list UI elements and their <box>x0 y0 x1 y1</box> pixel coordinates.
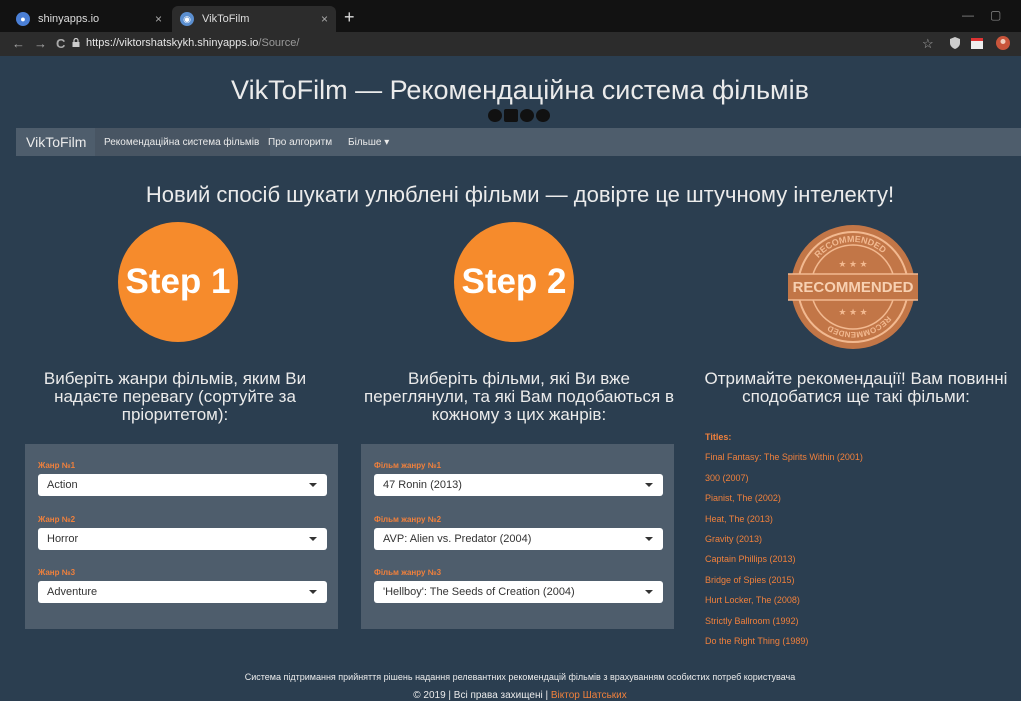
film-1-label: Фільм жанру №1 <box>374 461 442 470</box>
footer-description: Система підтримання прийняття рішень над… <box>244 672 796 682</box>
genre-1-label: Жанр №1 <box>38 461 76 470</box>
list-item: Captain Phillips (2013) <box>705 554 796 565</box>
viktofilm-favicon-icon: ◉ <box>180 12 194 26</box>
genre-3-label: Жанр №3 <box>38 568 76 577</box>
github-icon[interactable] <box>536 109 550 122</box>
dropdown-caret-icon <box>645 537 653 541</box>
twitter-icon[interactable] <box>520 109 534 122</box>
list-item: Strictly Ballroom (1992) <box>705 615 799 626</box>
linkedin-icon[interactable] <box>504 109 518 122</box>
step-1-badge: Step 1 <box>118 222 238 342</box>
recommended-seal-icon: RECOMMENDED RECOMMENDED RECOMMENDED ★ ★ … <box>788 225 918 349</box>
genre-2-select[interactable]: Horror <box>38 528 327 550</box>
list-item: Heat, The (2013) <box>705 513 773 524</box>
dropdown-caret-icon <box>309 537 317 541</box>
film-selection-panel: Фільм жанру №1 47 Ronin (2013) Фільм жан… <box>361 444 674 629</box>
url-input[interactable]: https://viktorshatskykh.shinyapps.io/Sou… <box>86 37 299 49</box>
nav-link-algorithm[interactable]: Про алгоритм <box>268 137 332 148</box>
dropdown-caret-icon <box>645 483 653 487</box>
genre-2-label: Жанр №2 <box>38 515 76 524</box>
maximize-icon[interactable]: ▢ <box>990 8 1001 22</box>
film-3-label: Фільм жанру №3 <box>374 568 442 577</box>
list-item: Do the Right Thing (1989) <box>705 635 809 646</box>
recommendations-header: Titles: <box>705 432 732 442</box>
column-2-heading: Виберіть фільми, які Ви вже переглянули, … <box>364 369 674 424</box>
profile-avatar-icon[interactable] <box>996 36 1010 50</box>
new-tab-button[interactable]: + <box>344 7 355 28</box>
social-links <box>488 109 550 122</box>
list-item: Gravity (2013) <box>705 533 763 544</box>
navbar-brand[interactable]: VikToFilm <box>26 134 86 150</box>
address-bar: ← → C https://viktorshatskykh.shinyapps.… <box>0 32 1021 56</box>
column-1-heading: Виберіть жанри фільмів, яким Ви надаєте п… <box>43 369 307 424</box>
lock-icon <box>72 38 80 47</box>
footer-copyright: © 2019 | Всі права захищені | Віктор Шат… <box>413 690 627 701</box>
svg-text:★ ★ ★: ★ ★ ★ <box>838 307 867 317</box>
dropdown-caret-icon <box>645 590 653 594</box>
column-3-heading: Отримайте рекомендації! Вам повинні сподо… <box>704 369 1008 406</box>
film-1-select[interactable]: 47 Ronin (2013) <box>374 474 663 496</box>
caret-down-icon: ▾ <box>384 137 390 148</box>
list-item: 300 (2007) <box>705 472 749 483</box>
list-item: Pianist, The (2002) <box>705 493 781 504</box>
dropdown-caret-icon <box>309 590 317 594</box>
close-tab-icon[interactable]: × <box>321 12 328 26</box>
page-content: VikToFilm — Рекомендаційна система фільм… <box>0 56 1021 701</box>
calendar-extension-icon[interactable] <box>970 36 984 50</box>
site-title: VikToFilm — Рекомендаційна система фільм… <box>231 75 809 105</box>
dropdown-caret-icon <box>309 483 317 487</box>
list-item: Final Fantasy: The Spirits Within (2001) <box>705 452 863 463</box>
forward-icon[interactable]: → <box>34 36 47 51</box>
film-2-label: Фільм жанру №2 <box>374 515 442 524</box>
genre-3-select[interactable]: Adventure <box>38 581 327 603</box>
svg-text:★ ★ ★: ★ ★ ★ <box>838 259 867 269</box>
page-headline: Новий спосіб шукати улюблені фільми — до… <box>145 182 895 207</box>
browser-tab-viktofilm[interactable]: ◉ VikToFilm × <box>172 6 336 32</box>
facebook-icon[interactable] <box>488 109 502 122</box>
close-tab-icon[interactable]: × <box>155 12 162 26</box>
recommendations-list: Titles: Final Fantasy: The Spirits Withi… <box>705 431 863 655</box>
tab-title: shinyapps.io <box>38 13 100 25</box>
author-link[interactable]: Віктор Шатських <box>551 690 627 701</box>
film-3-select[interactable]: 'Hellboy': The Seeds of Creation (2004) <box>374 581 663 603</box>
list-item: Hurt Locker, The (2008) <box>705 595 800 606</box>
nav-link-recommendation[interactable]: Рекомендаційна система фільмів <box>104 137 259 148</box>
film-2-select[interactable]: AVP: Alien vs. Predator (2004) <box>374 528 663 550</box>
navbar: VikToFilm Рекомендаційна система фільмів… <box>16 128 1021 156</box>
browser-tab-shinyapps[interactable]: ● shinyapps.io × <box>8 6 170 32</box>
list-item: Bridge of Spies (2015) <box>705 574 795 585</box>
browser-tab-bar: ● shinyapps.io × ◉ VikToFilm × + — ▢ <box>0 0 1021 32</box>
reload-icon[interactable]: C <box>56 36 65 51</box>
shield-extension-icon[interactable] <box>948 36 962 50</box>
minimize-icon[interactable]: — <box>962 8 974 22</box>
genre-selection-panel: Жанр №1 Action Жанр №2 Horror Жанр №3 Ad… <box>25 444 338 629</box>
bookmark-star-icon[interactable]: ☆ <box>922 36 934 52</box>
genre-1-select[interactable]: Action <box>38 474 327 496</box>
shinyapps-favicon-icon: ● <box>16 12 30 26</box>
back-icon[interactable]: ← <box>12 36 25 51</box>
tab-title: VikToFilm <box>202 13 250 25</box>
seal-label: RECOMMENDED <box>793 279 914 296</box>
nav-dropdown-more[interactable]: Більше ▾ <box>348 137 389 148</box>
step-2-badge: Step 2 <box>454 222 574 342</box>
